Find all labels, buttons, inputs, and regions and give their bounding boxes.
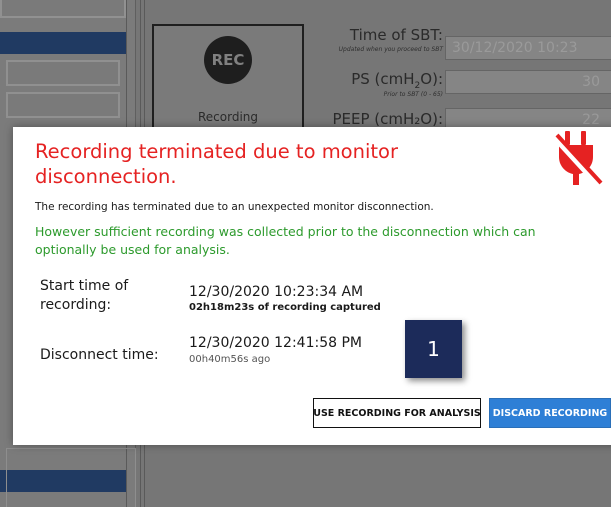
sbt-time-field[interactable]: 30/12/2020 10:23	[445, 36, 611, 60]
sbt-time-label: Time of SBT:	[349, 26, 443, 44]
dialog-title: Recording terminated due to monitor disc…	[35, 140, 398, 188]
dialog-message: The recording has terminated due to an u…	[35, 201, 434, 213]
recording-card[interactable]: REC Recording	[152, 24, 304, 134]
ps-label: PS (cmH2O):	[351, 70, 443, 91]
sbt-time-label-group: Time of SBT: Updated when you proceed to…	[300, 26, 443, 56]
unplugged-power-icon	[553, 131, 603, 187]
left-panel-top-box	[0, 0, 126, 18]
sbt-time-hint: Updated when you proceed to SBT	[338, 46, 443, 53]
rec-icon: REC	[204, 36, 252, 84]
left-panel-header	[0, 32, 126, 54]
use-recording-button[interactable]: USE RECORDING FOR ANALYSIS	[313, 398, 481, 428]
start-time-value: 12/30/2020 10:23:34 AM	[189, 284, 364, 300]
bottom-panel	[6, 448, 136, 507]
left-panel-field	[6, 60, 120, 86]
recording-card-label: Recording	[197, 110, 259, 124]
peep-label: PEEP (cmH₂O):	[332, 110, 443, 128]
dialog-notice: However sufficient recording was collect…	[35, 224, 536, 257]
ps-hint: Prior to SBT (0 - 65)	[383, 91, 443, 98]
disconnect-elapsed: 00h40m56s ago	[189, 354, 271, 365]
ps-label-group: PS (cmH2O): Prior to SBT (0 - 65)	[300, 70, 443, 100]
discard-recording-button[interactable]: DISCARD RECORDING	[489, 398, 611, 428]
left-panel-field	[6, 92, 120, 118]
disconnect-time-value: 12/30/2020 12:41:58 PM	[189, 335, 362, 351]
step-number-badge: 1	[405, 320, 462, 378]
recording-duration: 02h18m23s of recording captured	[189, 302, 381, 313]
start-time-label: Start time of recording:	[40, 278, 129, 313]
disconnection-dialog: Recording terminated due to monitor disc…	[13, 127, 611, 445]
disconnect-time-label: Disconnect time:	[40, 347, 159, 363]
ps-field[interactable]: 30	[445, 70, 611, 94]
